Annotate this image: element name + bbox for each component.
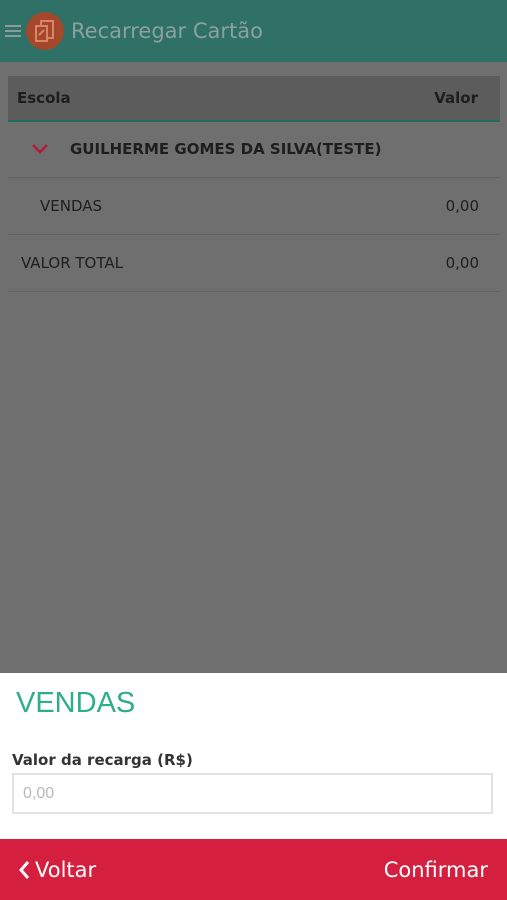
page-title: Recarregar Cartão	[71, 19, 263, 43]
row-label: VENDAS	[40, 197, 103, 215]
total-label: VALOR TOTAL	[21, 254, 123, 272]
total-row: VALOR TOTAL 0,00	[8, 235, 500, 292]
student-name: GUILHERME GOMES DA SILVA(TESTE)	[70, 140, 382, 158]
back-button[interactable]: Voltar	[18, 858, 96, 882]
student-group-row[interactable]: GUILHERME GOMES DA SILVA(TESTE)	[8, 121, 500, 178]
table-header: Escola Valor	[8, 76, 500, 122]
column-header-valor: Valor	[434, 89, 478, 107]
row-value: 0,00	[445, 197, 479, 215]
chevron-left-icon	[19, 860, 30, 879]
confirm-button-label: Confirmar	[383, 857, 488, 882]
hamburger-icon[interactable]	[5, 25, 21, 37]
recharge-value-input[interactable]	[12, 773, 493, 814]
recharge-value-label: Valor da recarga (R$)	[12, 751, 193, 769]
action-bar: Voltar Confirmar	[0, 839, 507, 900]
confirm-button[interactable]: Confirmar	[384, 858, 488, 882]
card-logo-icon	[26, 12, 64, 50]
recharge-table: Escola Valor GUILHERME GOMES DA SILVA(TE…	[0, 62, 507, 673]
recharge-panel: VENDAS Valor da recarga (R$)	[0, 673, 507, 839]
back-button-label: Voltar	[35, 857, 97, 882]
chevron-down-icon[interactable]	[32, 144, 48, 154]
table-row[interactable]: VENDAS 0,00	[8, 178, 500, 235]
panel-title: VENDAS	[16, 687, 136, 719]
column-header-escola: Escola	[17, 89, 71, 107]
total-value: 0,00	[445, 254, 479, 272]
app-header: Recarregar Cartão	[0, 0, 507, 62]
